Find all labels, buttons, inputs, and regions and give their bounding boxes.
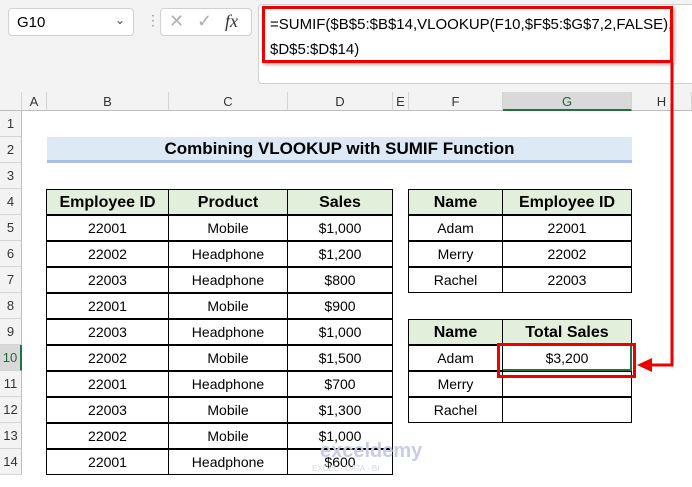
arrow-line [650, 63, 674, 367]
arrow-head-icon [637, 358, 652, 372]
arrow-connector [637, 63, 674, 372]
watermark-logo: exceldemy [320, 440, 423, 462]
watermark-tagline: EXCEL · DATA · BI [312, 464, 380, 473]
